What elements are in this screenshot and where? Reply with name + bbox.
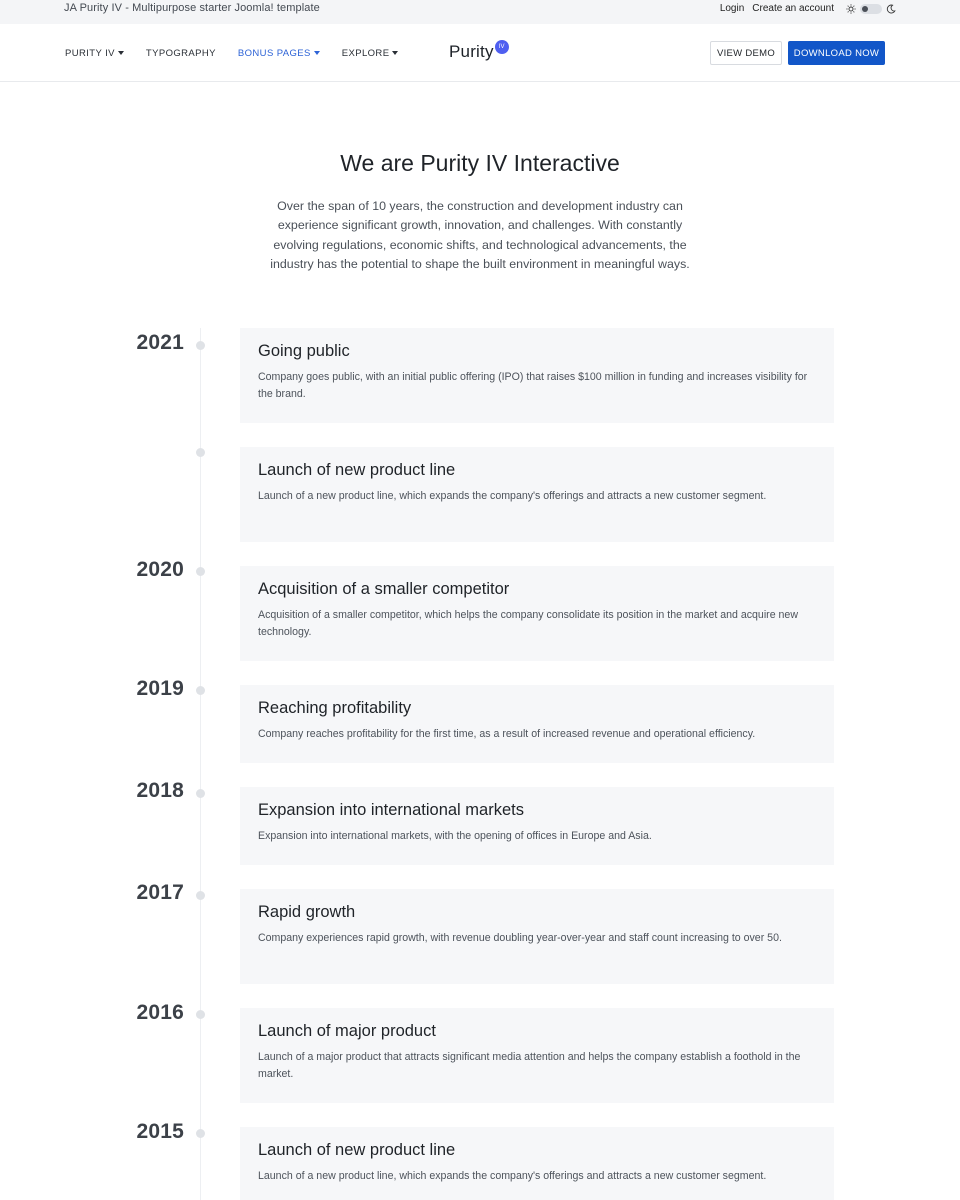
timeline-card: Launch of new product line Launch of a n… <box>240 1127 834 1200</box>
page-title: We are Purity IV Interactive <box>340 150 620 176</box>
card-description: Launch of a major product that attracts … <box>258 1051 801 1080</box>
moon-icon <box>886 4 896 14</box>
timeline-year: 2019 <box>136 677 184 700</box>
card-description: Expansion into international markets, wi… <box>258 830 652 842</box>
login-link[interactable]: Login <box>720 3 744 14</box>
timeline-year: 2015 <box>136 1120 184 1143</box>
view-demo-button[interactable]: VIEW DEMO <box>710 41 782 65</box>
nav-item-purity-iv[interactable]: PURITY IV <box>65 48 124 59</box>
download-now-button[interactable]: DOWNLOAD NOW <box>788 41 885 65</box>
logo-text: Purity <box>449 42 494 61</box>
timeline-year: 2016 <box>136 1001 184 1024</box>
timeline-dot <box>196 1129 205 1138</box>
timeline-card: Rapid growth Company experiences rapid g… <box>240 889 834 984</box>
theme-toggle[interactable] <box>846 3 896 14</box>
timeline-card: Going public Company goes public, with a… <box>240 328 834 423</box>
site-tagline: JA Purity IV - Multipurpose starter Joom… <box>64 2 320 14</box>
timeline-year: 2018 <box>136 779 184 802</box>
timeline-card: Launch of new product line Launch of a n… <box>240 447 834 542</box>
card-description: Acquisition of a smaller competitor, whi… <box>258 609 798 638</box>
main-nav: PURITY IV TYPOGRAPHY BONUS PAGES EXPLORE <box>65 24 420 82</box>
card-title: Rapid growth <box>258 903 356 921</box>
top-bar: JA Purity IV - Multipurpose starter Joom… <box>0 0 960 24</box>
chevron-down-icon <box>392 51 399 55</box>
site-logo[interactable]: Purity IV <box>449 40 509 62</box>
create-account-link[interactable]: Create an account <box>752 3 834 14</box>
card-description: Company goes public, with an initial pub… <box>258 371 808 400</box>
timeline-dot <box>196 1010 205 1019</box>
chevron-down-icon <box>117 51 124 55</box>
timeline-card: Acquisition of a smaller competitor Acqu… <box>240 566 834 661</box>
timeline-card: Reaching profitability Company reaches p… <box>240 685 834 763</box>
nav-label: BONUS PAGES <box>237 47 311 59</box>
card-description: Company reaches profitability for the fi… <box>258 728 756 740</box>
main-header: PURITY IV TYPOGRAPHY BONUS PAGES EXPLORE… <box>0 24 960 82</box>
card-title: Launch of new product line <box>258 1141 456 1159</box>
theme-switch[interactable] <box>860 3 882 14</box>
switch-knob <box>862 5 868 12</box>
nav-label: PURITY IV <box>65 47 115 59</box>
card-title: Launch of major product <box>258 1022 436 1040</box>
timeline-card: Launch of major product Launch of a majo… <box>240 1008 834 1103</box>
nav-label: TYPOGRAPHY <box>145 47 216 59</box>
timeline-year: 2017 <box>136 881 184 904</box>
timeline-line <box>200 328 201 1200</box>
card-description: Launch of a new product line, which expa… <box>258 490 767 502</box>
logo-badge: IV <box>494 40 509 54</box>
timeline-year: 2021 <box>136 331 184 354</box>
card-title: Acquisition of a smaller competitor <box>258 580 510 598</box>
card-title: Going public <box>258 342 350 360</box>
card-title: Launch of new product line <box>258 461 456 479</box>
timeline-dot <box>196 341 205 350</box>
timeline-dot <box>196 448 205 457</box>
timeline-dot <box>196 891 205 900</box>
card-title: Expansion into international markets <box>258 801 524 819</box>
account-links: Login Create an account <box>712 0 896 17</box>
timeline-year: 2020 <box>136 558 184 581</box>
card-description: Launch of a new product line, which expa… <box>258 1170 767 1182</box>
sun-icon <box>846 3 856 14</box>
intro-paragraph: Over the span of 10 years, the construct… <box>270 199 690 271</box>
timeline-dot <box>196 567 205 576</box>
nav-item-explore[interactable]: EXPLORE <box>342 48 399 59</box>
chevron-down-icon <box>313 51 320 55</box>
timeline-card: Expansion into international markets Exp… <box>240 787 834 865</box>
nav-item-typography[interactable]: TYPOGRAPHY <box>146 48 216 59</box>
nav-label: EXPLORE <box>341 47 390 59</box>
timeline-dot <box>196 789 205 798</box>
nav-item-bonus-pages[interactable]: BONUS PAGES <box>238 48 320 59</box>
card-title: Reaching profitability <box>258 699 412 717</box>
card-description: Company experiences rapid growth, with r… <box>258 932 782 944</box>
timeline-dot <box>196 686 205 695</box>
